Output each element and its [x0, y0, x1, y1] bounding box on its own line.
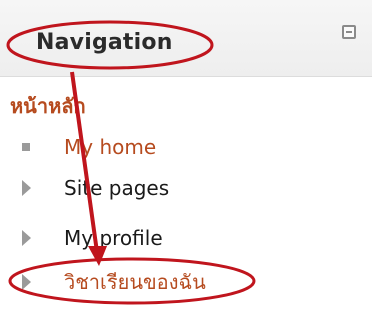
triangle-right-icon [22, 180, 31, 196]
nav-item-label: My home [64, 135, 157, 159]
nav-item-label: วิชาเรียนของฉัน [64, 270, 206, 294]
block-title: Navigation [36, 30, 173, 55]
nav-item-site-pages[interactable]: Site pages [20, 172, 320, 204]
nav-item-label: Site pages [64, 176, 170, 200]
triangle-right-icon [22, 274, 31, 290]
triangle-right-icon [22, 230, 31, 246]
navigation-block: Navigation หน้าหลัก My home Site pages M… [0, 0, 372, 311]
block-header: Navigation [0, 0, 372, 77]
home-link[interactable]: หน้าหลัก [10, 90, 86, 122]
bullet-icon [22, 143, 30, 151]
nav-item-label: My profile [64, 226, 163, 250]
nav-item-my-profile[interactable]: My profile [20, 222, 320, 254]
nav-item-my-courses[interactable]: วิชาเรียนของฉัน [20, 266, 320, 298]
nav-item-my-home[interactable]: My home [20, 131, 320, 163]
collapse-minus-icon[interactable] [342, 25, 356, 39]
